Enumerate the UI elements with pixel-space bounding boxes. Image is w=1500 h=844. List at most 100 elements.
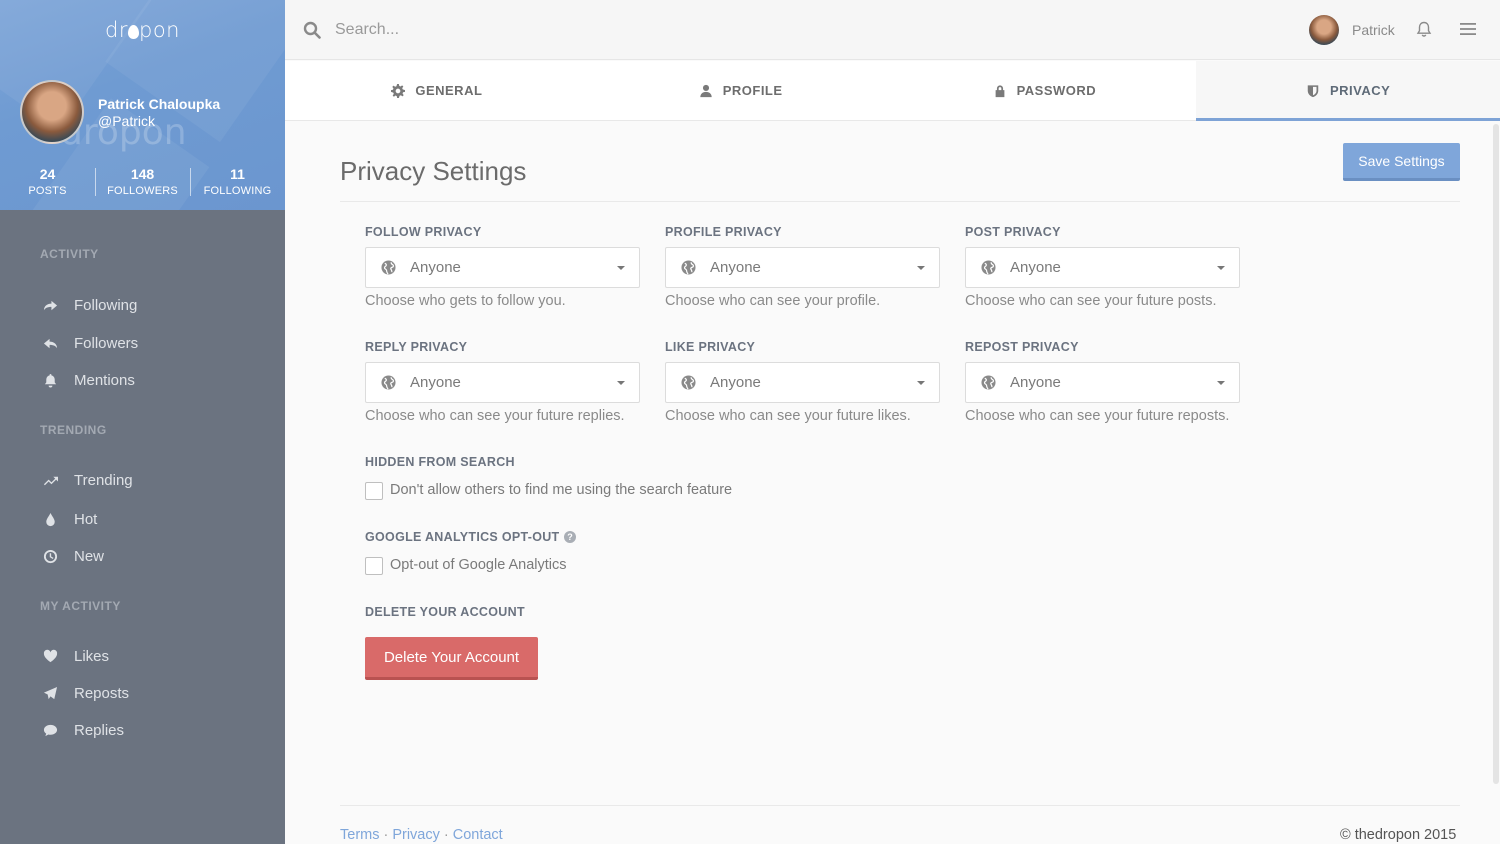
profile-privacy-label: PROFILE PRIVACY <box>665 225 782 239</box>
page-title: Privacy Settings <box>340 156 527 186</box>
reply-privacy-label: REPLY PRIVACY <box>365 340 468 354</box>
footer-separator: · <box>383 827 389 843</box>
sidebar-item-followers[interactable]: Followers <box>40 332 138 354</box>
sidebar-item-label: Followers <box>74 334 139 352</box>
follow-privacy-label: FOLLOW PRIVACY <box>365 225 482 239</box>
sidebar: dr pon dropon Patrick Chaloupka @Patrick … <box>0 0 285 844</box>
search-input[interactable] <box>335 15 835 45</box>
delete-account-button[interactable]: Delete Your Account <box>365 637 538 680</box>
tab-label: PRIVACY <box>1329 83 1391 98</box>
caret-down-icon <box>617 265 625 270</box>
caret-down-icon <box>917 265 925 270</box>
brand-suffix: pon <box>138 18 180 42</box>
stat-label: FOLLOWERS <box>107 185 178 197</box>
section-my-activity: MY ACTIVITY <box>40 599 121 613</box>
user-full-name[interactable]: Patrick Chaloupka <box>98 96 220 112</box>
caret-down-icon <box>1217 380 1225 385</box>
reply-arrow-icon <box>40 335 60 351</box>
sidebar-item-label: New <box>74 547 105 565</box>
tab-label: PASSWORD <box>1016 83 1097 98</box>
stat-label: POSTS <box>28 185 67 197</box>
stat-value: 11 <box>230 166 245 182</box>
sidebar-item-label: Mentions <box>74 371 135 389</box>
avatar[interactable] <box>1309 15 1339 45</box>
like-privacy-help: Choose who can see your future likes. <box>665 408 911 424</box>
user-icon <box>700 84 712 97</box>
tab-password[interactable]: PASSWORD <box>893 61 1197 120</box>
profile-privacy-select[interactable]: Anyone <box>665 247 940 288</box>
stat-label: FOLLOWING <box>203 185 272 197</box>
clock-icon <box>40 548 60 564</box>
footer-separator: · <box>443 827 449 843</box>
select-value: Anyone <box>410 374 461 391</box>
select-value: Anyone <box>710 374 761 391</box>
sidebar-item-label: Replies <box>74 721 125 739</box>
sidebar-item-label: Hot <box>74 510 98 528</box>
repost-privacy-select[interactable]: Anyone <box>965 362 1240 403</box>
stat-value: 24 <box>39 166 56 182</box>
save-settings-button[interactable]: Save Settings <box>1343 143 1460 181</box>
sidebar-item-mentions[interactable]: Mentions <box>40 369 135 391</box>
hidden-search-label: HIDDEN FROM SEARCH <box>365 455 515 469</box>
sidebar-item-reposts[interactable]: Reposts <box>40 682 129 704</box>
title-divider <box>340 201 1460 202</box>
sidebar-item-new[interactable]: New <box>40 545 104 567</box>
repost-privacy-label: REPOST PRIVACY <box>965 340 1079 354</box>
tab-privacy[interactable]: PRIVACY <box>1196 61 1500 121</box>
footer-link-terms[interactable]: Terms <box>340 827 379 843</box>
notifications-bell-icon[interactable] <box>1416 21 1432 38</box>
search-icon[interactable] <box>303 21 321 39</box>
post-privacy-help: Choose who can see your future posts. <box>965 293 1217 309</box>
select-value: Anyone <box>1010 374 1061 391</box>
select-value: Anyone <box>410 259 461 276</box>
follow-privacy-select[interactable]: Anyone <box>365 247 640 288</box>
sidebar-item-label: Reposts <box>74 684 130 702</box>
shield-icon <box>1307 84 1319 97</box>
avatar[interactable] <box>20 80 84 144</box>
tab-profile[interactable]: PROFILE <box>589 61 893 120</box>
settings-tabs: GENERAL PROFILE PASSWORD PRIVACY <box>285 61 1500 121</box>
sidebar-item-following[interactable]: Following <box>40 294 137 316</box>
sidebar-item-hot[interactable]: Hot <box>40 508 97 530</box>
comment-icon <box>40 722 60 738</box>
brand-logo[interactable]: dr pon <box>0 18 285 42</box>
like-privacy-label: LIKE PRIVACY <box>665 340 756 354</box>
sidebar-item-likes[interactable]: Likes <box>40 645 109 667</box>
hidden-search-checkbox[interactable] <box>365 482 383 500</box>
sidebar-item-trending[interactable]: Trending <box>40 469 133 491</box>
tab-general[interactable]: GENERAL <box>285 61 589 120</box>
post-privacy-label: POST PRIVACY <box>965 225 1061 239</box>
post-privacy-select[interactable]: Anyone <box>965 247 1240 288</box>
like-privacy-select[interactable]: Anyone <box>665 362 940 403</box>
hamburger-menu-icon[interactable] <box>1460 22 1476 36</box>
select-value: Anyone <box>710 259 761 276</box>
profile-stats: 24 POSTS 148 FOLLOWERS 11 FOLLOWING <box>0 166 285 197</box>
globe-icon <box>381 375 396 390</box>
stat-posts[interactable]: 24 POSTS <box>0 166 95 197</box>
trending-up-icon <box>40 472 60 488</box>
section-activity: ACTIVITY <box>40 247 99 261</box>
globe-icon <box>981 375 996 390</box>
paper-plane-icon <box>40 685 60 701</box>
globe-icon <box>681 375 696 390</box>
top-user-name[interactable]: Patrick <box>1352 22 1395 38</box>
sidebar-item-label: Likes <box>74 647 110 665</box>
bell-icon <box>40 372 60 388</box>
footer-link-privacy[interactable]: Privacy <box>392 827 440 843</box>
footer-link-contact[interactable]: Contact <box>453 827 503 843</box>
help-question-icon[interactable]: ? <box>564 531 576 543</box>
scrollbar[interactable] <box>1493 124 1499 784</box>
analytics-opt-out-checkbox-label[interactable]: Opt-out of Google Analytics <box>390 557 567 573</box>
analytics-opt-out-checkbox[interactable] <box>365 557 383 575</box>
globe-icon <box>381 260 396 275</box>
reply-privacy-select[interactable]: Anyone <box>365 362 640 403</box>
footer-links: Terms · Privacy · Contact <box>340 827 503 843</box>
sidebar-item-label: Trending <box>74 471 133 489</box>
hidden-search-checkbox-label[interactable]: Don't allow others to find me using the … <box>390 482 732 498</box>
caret-down-icon <box>917 380 925 385</box>
stat-followers[interactable]: 148 FOLLOWERS <box>95 166 190 197</box>
stat-following[interactable]: 11 FOLLOWING <box>190 166 285 197</box>
sidebar-item-replies[interactable]: Replies <box>40 719 124 741</box>
profile-privacy-help: Choose who can see your profile. <box>665 293 881 309</box>
caret-down-icon <box>617 380 625 385</box>
